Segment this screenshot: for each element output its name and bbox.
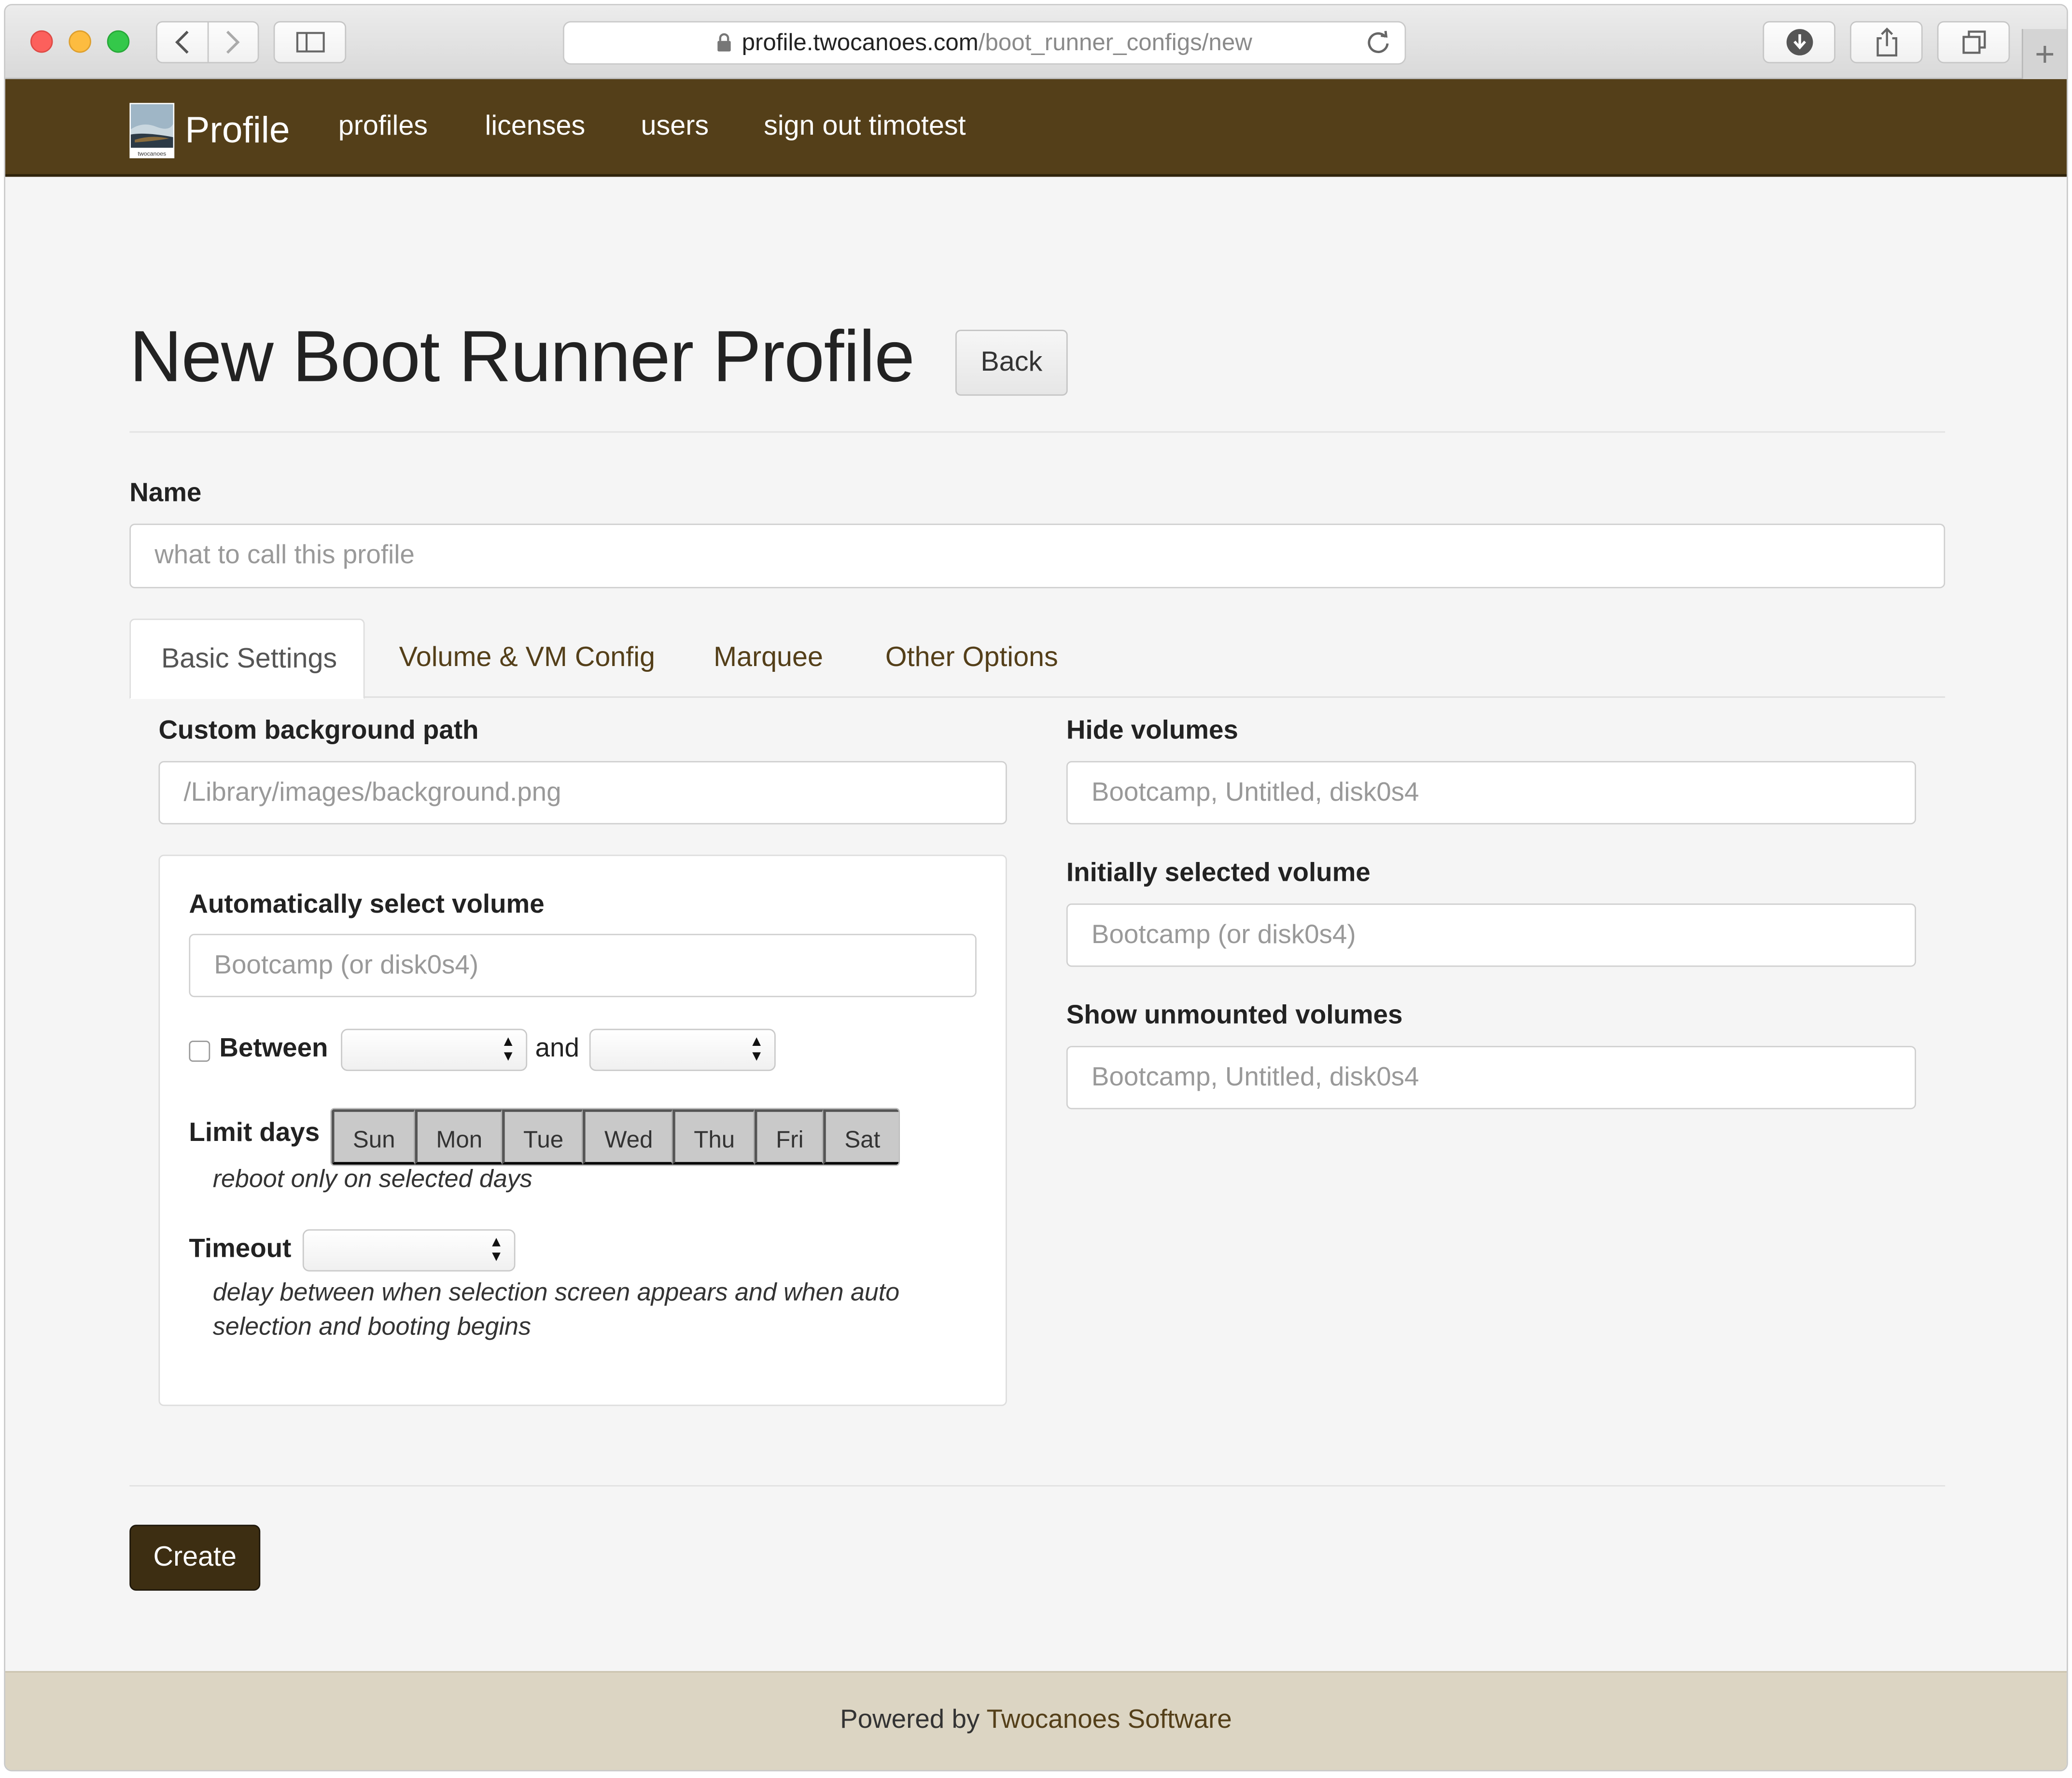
share-icon <box>1876 28 1897 56</box>
footer-link[interactable]: Twocanoes Software <box>987 1706 1232 1735</box>
close-window-button[interactable] <box>30 30 53 53</box>
back-arrow-icon[interactable] <box>157 22 209 62</box>
limit-days-buttons: Sun Mon Tue Wed Thu Fri Sat <box>330 1108 900 1166</box>
limit-days-label: Limit days <box>189 1118 320 1148</box>
auto-select-label: Automatically select volume <box>189 890 545 919</box>
twocanoes-logo: twocanoes <box>129 103 175 158</box>
auto-select-input[interactable] <box>189 933 977 998</box>
logo-caption: twocanoes <box>138 150 166 157</box>
tab-other-options[interactable]: Other Options <box>885 619 1058 698</box>
browser-window: profile.twocanoes.com/boot_runner_config… <box>4 4 2068 1772</box>
day-sun-button[interactable]: Sun <box>332 1109 415 1165</box>
zoom-window-button[interactable] <box>107 30 130 53</box>
download-icon <box>1786 29 1813 56</box>
timeout-select[interactable]: ▲ ▼ <box>302 1229 516 1272</box>
url-path: /boot_runner_configs/new <box>978 29 1252 56</box>
forward-arrow-icon[interactable] <box>208 22 258 62</box>
back-button[interactable]: Back <box>955 330 1068 396</box>
url-host: profile.twocanoes.com <box>742 29 979 56</box>
share-button[interactable] <box>1850 21 1923 64</box>
address-bar[interactable]: profile.twocanoes.com/boot_runner_config… <box>563 21 1406 65</box>
custom-background-label: Custom background path <box>158 716 479 746</box>
between-label: Between <box>219 1034 328 1063</box>
select-arrows-icon: ▲ ▼ <box>501 1034 516 1065</box>
brand-link[interactable]: twocanoes Profile <box>129 103 290 158</box>
sidebar-toggle-button[interactable] <box>273 21 347 64</box>
brand-name: Profile <box>185 109 290 151</box>
name-label: Name <box>129 479 202 508</box>
back-forward-buttons <box>155 21 259 64</box>
nav-link-users[interactable]: users <box>641 111 709 143</box>
lock-icon <box>718 33 731 52</box>
and-label: and <box>535 1034 579 1063</box>
day-fri-button[interactable]: Fri <box>755 1109 824 1165</box>
nav-link-sign-out[interactable]: sign out timotest <box>764 111 966 143</box>
hide-volumes-input[interactable] <box>1066 761 1916 825</box>
create-button[interactable]: Create <box>129 1525 261 1591</box>
new-tab-button[interactable]: + <box>2021 29 2067 79</box>
between-end-select[interactable]: ▲ ▼ <box>589 1028 776 1071</box>
browser-toolbar: profile.twocanoes.com/boot_runner_config… <box>5 5 2067 79</box>
initial-volume-label: Initially selected volume <box>1066 859 1371 888</box>
timeout-label: Timeout <box>189 1234 292 1264</box>
tabs-overview-button[interactable] <box>1937 21 2010 64</box>
minimize-window-button[interactable] <box>69 30 91 53</box>
between-start-select[interactable]: ▲ ▼ <box>341 1028 528 1071</box>
nav-link-licenses[interactable]: licenses <box>485 111 586 143</box>
day-sat-button[interactable]: Sat <box>823 1109 899 1165</box>
day-tue-button[interactable]: Tue <box>502 1109 584 1165</box>
name-input[interactable] <box>129 523 1946 588</box>
sidebar-icon <box>295 32 324 53</box>
tab-marquee[interactable]: Marquee <box>714 619 823 698</box>
initial-volume-input[interactable] <box>1066 903 1916 967</box>
tabs-icon <box>1961 30 1986 54</box>
reload-icon[interactable] <box>1365 29 1392 62</box>
tab-basic-settings[interactable]: Basic Settings <box>129 618 365 699</box>
footer-prefix: Powered by <box>840 1705 980 1735</box>
day-thu-button[interactable]: Thu <box>672 1109 755 1165</box>
select-arrows-icon: ▲ ▼ <box>489 1234 504 1265</box>
limit-days-help: reboot only on selected days <box>212 1166 532 1194</box>
form-divider <box>129 1485 1946 1486</box>
page-title: New Boot Runner Profile <box>129 315 915 397</box>
custom-background-input[interactable] <box>158 761 1007 825</box>
title-divider <box>129 431 1946 433</box>
show-unmounted-label: Show unmounted volumes <box>1066 1001 1403 1030</box>
timeout-help: delay between when selection screen appe… <box>212 1279 900 1342</box>
auto-select-panel: Automatically select volume Between ▲▼ a… <box>158 854 1007 1406</box>
day-wed-button[interactable]: Wed <box>583 1109 673 1165</box>
tab-volume-vm-config[interactable]: Volume & VM Config <box>399 619 655 698</box>
nav-link-profiles[interactable]: profiles <box>338 111 428 143</box>
day-mon-button[interactable]: Mon <box>415 1109 503 1165</box>
main-content: New Boot Runner Profile Back Name Basic … <box>5 177 2067 1671</box>
page-footer: Powered by Twocanoes Software <box>5 1671 2067 1770</box>
show-unmounted-input[interactable] <box>1066 1046 1916 1110</box>
select-arrows-icon: ▲ ▼ <box>749 1034 764 1065</box>
plus-icon: + <box>2035 33 2055 73</box>
hide-volumes-label: Hide volumes <box>1066 716 1238 746</box>
settings-tabs: Basic Settings Volume & VM Config Marque… <box>129 618 1946 699</box>
downloads-button[interactable] <box>1763 21 1835 64</box>
between-checkbox[interactable] <box>189 1041 210 1062</box>
app-navbar: twocanoes Profile profiles licenses user… <box>5 79 2067 177</box>
